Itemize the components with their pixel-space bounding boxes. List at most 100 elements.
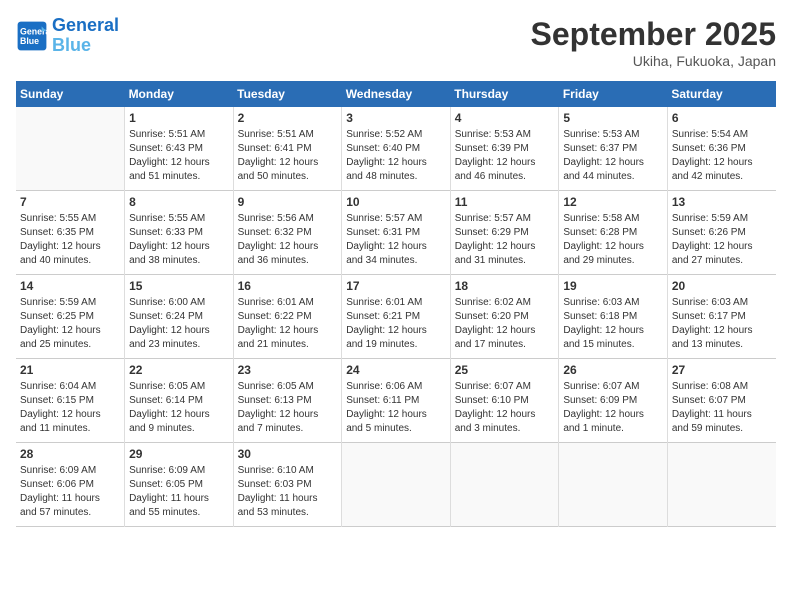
- calendar-cell: 3 Sunrise: 5:52 AM Sunset: 6:40 PM Daylig…: [342, 107, 451, 191]
- calendar-cell: 29Sunrise: 6:09 AM Sunset: 6:05 PM Dayli…: [125, 443, 234, 527]
- logo: General Blue GeneralBlue: [16, 16, 119, 56]
- day-number: 16: [238, 279, 338, 293]
- calendar-cell: 17 Sunrise: 6:01 AM Sunset: 6:21 PM Dayli…: [342, 275, 451, 359]
- weekday-header-row: SundayMondayTuesdayWednesdayThursdayFrid…: [16, 81, 776, 107]
- calendar-cell: 30 Sunrise: 6:10 AM Sunset: 6:03 PM Dayli…: [233, 443, 342, 527]
- calendar-cell: 27 Sunrise: 6:08 AM Sunset: 6:07 PM Dayli…: [667, 359, 776, 443]
- week-row-2: 7 Sunrise: 5:55 AM Sunset: 6:35 PM Daylig…: [16, 191, 776, 275]
- calendar-cell: 19Sunrise: 6:03 AM Sunset: 6:18 PM Dayli…: [559, 275, 668, 359]
- day-number: 30: [238, 447, 338, 461]
- calendar-cell: 13 Sunrise: 5:59 AM Sunset: 6:26 PM Dayli…: [667, 191, 776, 275]
- day-info: Sunrise: 6:02 AM Sunset: 6:20 PM Dayligh…: [455, 296, 555, 352]
- day-info: Sunrise: 6:10 AM Sunset: 6:03 PM Dayligh…: [238, 464, 338, 520]
- day-number: 23: [238, 363, 338, 377]
- day-info: Sunrise: 5:52 AM Sunset: 6:40 PM Dayligh…: [346, 128, 446, 184]
- day-info: Sunrise: 6:07 AM Sunset: 6:09 PM Dayligh…: [563, 380, 663, 436]
- day-number: 18: [455, 279, 555, 293]
- day-number: 29: [129, 447, 229, 461]
- day-number: 10: [346, 195, 446, 209]
- calendar-cell: 28 Sunrise: 6:09 AM Sunset: 6:06 PM Dayli…: [16, 443, 125, 527]
- day-info: Sunrise: 6:00 AM Sunset: 6:24 PM Dayligh…: [129, 296, 229, 352]
- day-number: 4: [455, 111, 555, 125]
- weekday-friday: Friday: [559, 81, 668, 107]
- day-number: 27: [672, 363, 772, 377]
- calendar-cell: 7 Sunrise: 5:55 AM Sunset: 6:35 PM Daylig…: [16, 191, 125, 275]
- logo-text: GeneralBlue: [52, 16, 119, 56]
- page-header: General Blue GeneralBlue September 2025 …: [16, 16, 776, 69]
- day-info: Sunrise: 6:01 AM Sunset: 6:22 PM Dayligh…: [238, 296, 338, 352]
- calendar-cell: 26 Sunrise: 6:07 AM Sunset: 6:09 PM Dayli…: [559, 359, 668, 443]
- day-number: 24: [346, 363, 446, 377]
- day-info: Sunrise: 5:54 AM Sunset: 6:36 PM Dayligh…: [672, 128, 772, 184]
- weekday-tuesday: Tuesday: [233, 81, 342, 107]
- day-info: Sunrise: 6:04 AM Sunset: 6:15 PM Dayligh…: [20, 380, 120, 436]
- location: Ukiha, Fukuoka, Japan: [531, 53, 776, 69]
- day-number: 11: [455, 195, 555, 209]
- day-info: Sunrise: 5:59 AM Sunset: 6:25 PM Dayligh…: [20, 296, 120, 352]
- day-info: Sunrise: 6:09 AM Sunset: 6:06 PM Dayligh…: [20, 464, 120, 520]
- day-info: Sunrise: 6:05 AM Sunset: 6:14 PM Dayligh…: [129, 380, 229, 436]
- calendar-cell: 12Sunrise: 5:58 AM Sunset: 6:28 PM Dayli…: [559, 191, 668, 275]
- week-row-1: 1Sunrise: 5:51 AM Sunset: 6:43 PM Daylig…: [16, 107, 776, 191]
- day-number: 2: [238, 111, 338, 125]
- day-info: Sunrise: 6:03 AM Sunset: 6:17 PM Dayligh…: [672, 296, 772, 352]
- day-info: Sunrise: 5:59 AM Sunset: 6:26 PM Dayligh…: [672, 212, 772, 268]
- day-info: Sunrise: 6:06 AM Sunset: 6:11 PM Dayligh…: [346, 380, 446, 436]
- weekday-sunday: Sunday: [16, 81, 125, 107]
- week-row-5: 28 Sunrise: 6:09 AM Sunset: 6:06 PM Dayli…: [16, 443, 776, 527]
- day-info: Sunrise: 5:51 AM Sunset: 6:41 PM Dayligh…: [238, 128, 338, 184]
- calendar-cell: [450, 443, 559, 527]
- weekday-wednesday: Wednesday: [342, 81, 451, 107]
- svg-text:General: General: [20, 26, 48, 36]
- calendar-cell: 23Sunrise: 6:05 AM Sunset: 6:13 PM Dayli…: [233, 359, 342, 443]
- day-info: Sunrise: 5:53 AM Sunset: 6:39 PM Dayligh…: [455, 128, 555, 184]
- calendar-cell: 11 Sunrise: 5:57 AM Sunset: 6:29 PM Dayli…: [450, 191, 559, 275]
- day-number: 13: [672, 195, 772, 209]
- calendar-cell: 5 Sunrise: 5:53 AM Sunset: 6:37 PM Daylig…: [559, 107, 668, 191]
- day-number: 3: [346, 111, 446, 125]
- weekday-saturday: Saturday: [667, 81, 776, 107]
- day-number: 22: [129, 363, 229, 377]
- calendar-cell: [559, 443, 668, 527]
- day-number: 26: [563, 363, 663, 377]
- day-number: 6: [672, 111, 772, 125]
- day-number: 25: [455, 363, 555, 377]
- day-number: 21: [20, 363, 120, 377]
- calendar-cell: 25 Sunrise: 6:07 AM Sunset: 6:10 PM Dayli…: [450, 359, 559, 443]
- day-info: Sunrise: 5:55 AM Sunset: 6:35 PM Dayligh…: [20, 212, 120, 268]
- day-info: Sunrise: 6:03 AM Sunset: 6:18 PM Dayligh…: [563, 296, 663, 352]
- day-info: Sunrise: 5:56 AM Sunset: 6:32 PM Dayligh…: [238, 212, 338, 268]
- day-number: 5: [563, 111, 663, 125]
- calendar-cell: 2 Sunrise: 5:51 AM Sunset: 6:41 PM Daylig…: [233, 107, 342, 191]
- calendar-cell: [667, 443, 776, 527]
- calendar-cell: 6 Sunrise: 5:54 AM Sunset: 6:36 PM Daylig…: [667, 107, 776, 191]
- day-number: 28: [20, 447, 120, 461]
- week-row-3: 14Sunrise: 5:59 AM Sunset: 6:25 PM Dayli…: [16, 275, 776, 359]
- day-info: Sunrise: 6:07 AM Sunset: 6:10 PM Dayligh…: [455, 380, 555, 436]
- day-info: Sunrise: 5:57 AM Sunset: 6:31 PM Dayligh…: [346, 212, 446, 268]
- calendar-cell: 1Sunrise: 5:51 AM Sunset: 6:43 PM Daylig…: [125, 107, 234, 191]
- day-number: 1: [129, 111, 229, 125]
- day-number: 7: [20, 195, 120, 209]
- calendar-cell: 8 Sunrise: 5:55 AM Sunset: 6:33 PM Daylig…: [125, 191, 234, 275]
- day-number: 15: [129, 279, 229, 293]
- calendar-cell: 14Sunrise: 5:59 AM Sunset: 6:25 PM Dayli…: [16, 275, 125, 359]
- weekday-thursday: Thursday: [450, 81, 559, 107]
- day-number: 17: [346, 279, 446, 293]
- day-info: Sunrise: 5:53 AM Sunset: 6:37 PM Dayligh…: [563, 128, 663, 184]
- day-info: Sunrise: 6:08 AM Sunset: 6:07 PM Dayligh…: [672, 380, 772, 436]
- calendar-cell: 22 Sunrise: 6:05 AM Sunset: 6:14 PM Dayli…: [125, 359, 234, 443]
- logo-icon: General Blue: [16, 20, 48, 52]
- month-title: September 2025: [531, 16, 776, 53]
- calendar-cell: 10 Sunrise: 5:57 AM Sunset: 6:31 PM Dayli…: [342, 191, 451, 275]
- calendar-cell: 18 Sunrise: 6:02 AM Sunset: 6:20 PM Dayli…: [450, 275, 559, 359]
- day-number: 8: [129, 195, 229, 209]
- day-info: Sunrise: 5:55 AM Sunset: 6:33 PM Dayligh…: [129, 212, 229, 268]
- day-number: 9: [238, 195, 338, 209]
- day-info: Sunrise: 6:01 AM Sunset: 6:21 PM Dayligh…: [346, 296, 446, 352]
- calendar-cell: [342, 443, 451, 527]
- calendar-cell: 16 Sunrise: 6:01 AM Sunset: 6:22 PM Dayli…: [233, 275, 342, 359]
- calendar-cell: 21 Sunrise: 6:04 AM Sunset: 6:15 PM Dayli…: [16, 359, 125, 443]
- day-info: Sunrise: 5:57 AM Sunset: 6:29 PM Dayligh…: [455, 212, 555, 268]
- calendar-body: 1Sunrise: 5:51 AM Sunset: 6:43 PM Daylig…: [16, 107, 776, 527]
